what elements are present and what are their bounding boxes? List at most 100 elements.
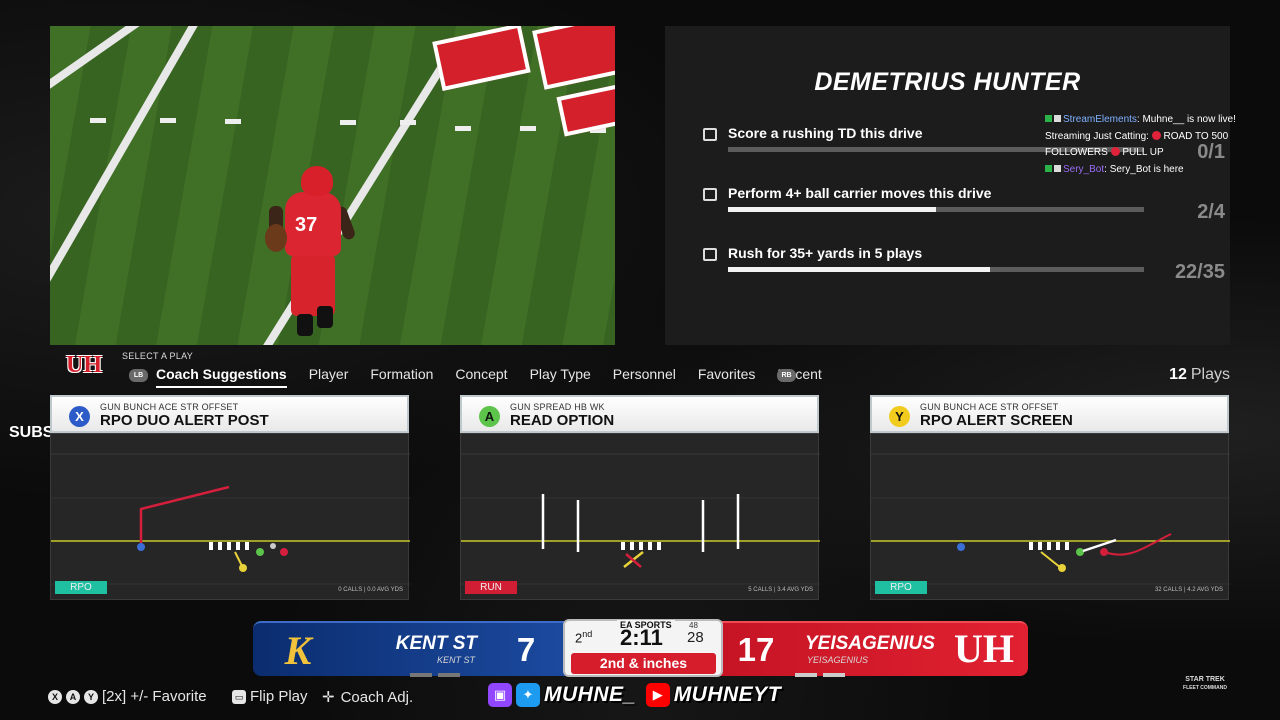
chat-message: FOLLOWERS PULL UP	[1045, 147, 1164, 158]
tab-player[interactable]: Player	[309, 366, 349, 388]
play-card[interactable]: X GUN BUNCH ACE STR OFFSET RPO DUO ALERT…	[50, 395, 410, 600]
youtube-handle: MUHNEYT	[673, 683, 782, 706]
play-card-header: X GUN BUNCH ACE STR OFFSET RPO DUO ALERT…	[50, 395, 409, 433]
coach-adjust-hint[interactable]: ✛ Coach Adj.	[322, 688, 413, 706]
play-card-header: A GUN SPREAD HB WK READ OPTION	[460, 395, 819, 433]
twitter-handle: MUHNE_	[544, 683, 636, 706]
play-formation: GUN SPREAD HB WK	[510, 402, 605, 412]
quarter: 2nd	[575, 629, 593, 646]
y-button-icon: Y	[84, 690, 98, 704]
tab-coach-suggestions[interactable]: Coach Suggestions	[156, 366, 287, 388]
chat-message: Sery_Bot: Sery_Bot is here	[1045, 162, 1260, 179]
youtube-icon: ▶	[645, 683, 670, 707]
goal-progress-track	[728, 207, 1144, 212]
play-formation: GUN BUNCH ACE STR OFFSET	[920, 402, 1059, 412]
dpad-icon: ✛	[322, 689, 335, 706]
team-logo: UH	[66, 352, 102, 378]
home-team-panel: 17 YEISAGENIUS YEISAGENIUS UH	[715, 621, 1028, 676]
timeout-marker	[438, 673, 460, 677]
goal-label: Score a rushing TD this drive	[728, 125, 923, 141]
football-icon	[265, 224, 287, 252]
play-category-tabs: Coach Suggestions Player Formation Conce…	[156, 366, 822, 388]
play-type-tag: RPO	[875, 581, 927, 594]
flip-play-hint[interactable]: ▭ Flip Play	[232, 688, 308, 705]
social-handles: ▣ ✦ MUHNE_ ▶ MUHNEYT	[488, 680, 787, 710]
red-dot-icon	[1110, 147, 1120, 156]
a-button-icon: A	[66, 690, 80, 704]
hash-mark	[90, 118, 106, 123]
play-stats: 32 CALLS | 4.2 AVG YDS	[1154, 587, 1223, 593]
view-button-icon: ▭	[232, 690, 246, 704]
play-art	[461, 453, 820, 585]
timeout-marker	[823, 673, 845, 677]
rb-bumper-icon: RB	[777, 369, 796, 382]
y-button-icon: Y	[889, 406, 910, 427]
play-name: RPO DUO ALERT POST	[100, 412, 269, 429]
home-team-subname: YEISAGENIUS	[807, 655, 869, 665]
checkbox-icon	[703, 248, 717, 261]
timeout-marker	[795, 673, 817, 677]
play-art	[51, 453, 410, 585]
twitter-icon: ✦	[516, 683, 540, 707]
goal-item: Rush for 35+ yards in 5 plays 22/35	[703, 245, 1225, 285]
game-clock: 2:11	[620, 625, 663, 650]
checkbox-icon	[703, 188, 717, 201]
hash-mark	[340, 120, 356, 125]
gameplay-view: 37	[50, 26, 615, 345]
play-name: RPO ALERT SCREEN	[920, 412, 1073, 429]
stream-chat-overlay: StreamElements: Muhne__ is now live! Str…	[1045, 112, 1260, 178]
play-stats: 0 CALLS | 0.0 AVG YDS	[338, 587, 403, 593]
goal-count: 2/4	[1197, 201, 1225, 223]
play-card-header: Y GUN BUNCH ACE STR OFFSET RPO ALERT SCR…	[870, 395, 1229, 433]
away-score: 7	[516, 631, 536, 668]
timeout-marker	[410, 673, 432, 677]
play-diagram: RPO 0 CALLS | 0.0 AVG YDS	[50, 433, 410, 600]
favorite-hint[interactable]: X A Y [2x] +/- Favorite	[48, 688, 207, 705]
game-clock-panel: EA SPORTS 2nd 2:11 48 28 2nd & inches	[563, 619, 723, 677]
play-art	[871, 453, 1230, 585]
tab-personnel[interactable]: Personnel	[613, 366, 676, 388]
play-diagram: RPO 32 CALLS | 4.2 AVG YDS	[870, 433, 1230, 600]
goal-progress-fill	[728, 267, 991, 272]
play-type-tag: RUN	[465, 581, 517, 594]
lb-bumper-icon: LB	[129, 369, 148, 382]
away-team-panel: K KENT ST KENT ST 7	[253, 621, 571, 676]
scoreboard: K KENT ST KENT ST 7 17 YEISAGENIUS YEISA…	[253, 619, 1028, 677]
down-and-distance: 2nd & inches	[571, 653, 716, 674]
hash-mark	[400, 120, 416, 125]
play-card[interactable]: Y GUN BUNCH ACE STR OFFSET RPO ALERT SCR…	[870, 395, 1230, 600]
hash-mark	[225, 119, 241, 124]
goal-progress-fill	[728, 207, 936, 212]
tab-formation[interactable]: Formation	[370, 366, 433, 388]
select-play-label: SELECT A PLAY	[122, 351, 194, 361]
hash-mark	[160, 118, 176, 123]
kent-state-logo: K	[284, 628, 312, 673]
red-dot-icon	[1151, 130, 1161, 140]
tab-favorites[interactable]: Favorites	[698, 366, 756, 388]
play-diagram: RUN 5 CALLS | 3.4 AVG YDS	[460, 433, 820, 600]
play-formation: GUN BUNCH ACE STR OFFSET	[100, 402, 239, 412]
checkbox-icon	[703, 128, 717, 141]
tab-concept[interactable]: Concept	[455, 366, 507, 388]
home-score: 17	[737, 631, 775, 668]
x-button-icon: X	[69, 406, 90, 427]
goal-label: Rush for 35+ yards in 5 plays	[728, 245, 923, 261]
play-name: READ OPTION	[510, 412, 615, 429]
ball-carrier: 37	[255, 166, 365, 345]
sponsor-logo: STAR TREK FLEET COMMAND	[1183, 676, 1227, 691]
challenge-title: DEMETRIUS HUNTER	[814, 68, 1081, 96]
goal-count: 22/35	[1174, 261, 1225, 283]
a-button-icon: A	[479, 406, 500, 427]
houston-logo: UH	[954, 626, 1014, 671]
play-type-tag: RPO	[55, 581, 107, 594]
player-challenge-panel: DEMETRIUS HUNTER Score a rushing TD this…	[665, 26, 1230, 345]
tab-play-type[interactable]: Play Type	[530, 366, 591, 388]
play-clock: 28	[687, 629, 704, 646]
chat-message: StreamElements: Muhne__ is now live!	[1045, 112, 1260, 129]
twitch-icon: ▣	[488, 683, 512, 707]
goal-item: Perform 4+ ball carrier moves this drive…	[703, 185, 1225, 225]
goal-progress-track	[728, 267, 1144, 272]
play-card[interactable]: A GUN SPREAD HB WK READ OPTION RUN 5 CAL…	[460, 395, 820, 600]
plays-count: 12 Plays	[1169, 366, 1230, 383]
away-team-name: KENT ST	[395, 633, 477, 654]
